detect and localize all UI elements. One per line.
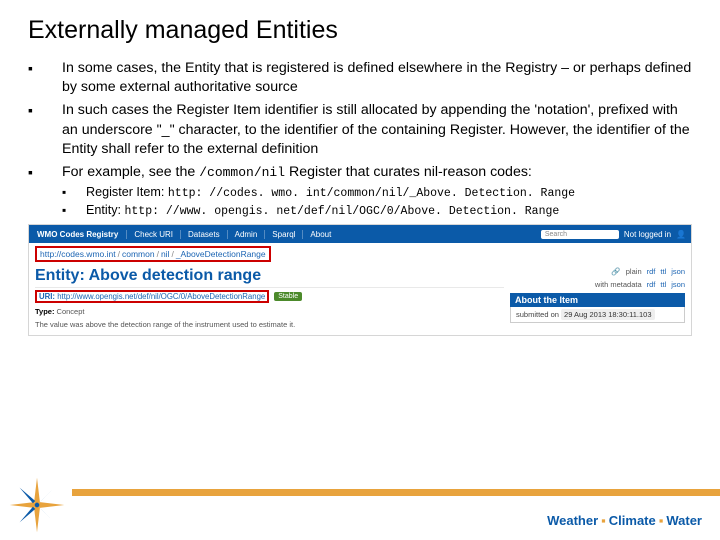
fmt-ttl[interactable]: ttl <box>660 267 666 276</box>
nav-about[interactable]: About <box>302 230 338 239</box>
registry-screenshot: WMO Codes Registry Check URI Datasets Ad… <box>28 224 692 336</box>
crumb-3[interactable]: _AboveDetectionRange <box>176 249 266 259</box>
breadcrumb-highlight: http://codes.wmo.int/common/nil/_AboveDe… <box>35 246 271 262</box>
submitted-value: 29 Aug 2013 18:30:11.103 <box>561 309 654 320</box>
login-status[interactable]: Not logged in <box>624 230 671 239</box>
fmt-json[interactable]: json <box>671 267 685 276</box>
search-input[interactable]: Search <box>541 230 619 239</box>
about-item-header: About the Item <box>510 293 685 307</box>
fmt-rdf[interactable]: rdf <box>647 267 656 276</box>
sub-1: Register Item: http: //codes. wmo. int/c… <box>62 184 692 202</box>
nav-sparql[interactable]: Sparql <box>264 230 302 239</box>
sub-2: Entity: http: //www. opengis. net/def/ni… <box>62 202 692 220</box>
navbar-brand: WMO Codes Registry <box>29 230 126 239</box>
footer-water: Water <box>666 513 702 528</box>
crumb-2[interactable]: nil <box>161 249 170 259</box>
navbar-links: Check URI Datasets Admin Sparql About <box>126 230 338 239</box>
bullet-2: In such cases the Register Item identifi… <box>28 101 692 159</box>
fmt-ttl-2[interactable]: ttl <box>660 280 666 289</box>
crumb-root[interactable]: http://codes.wmo.int <box>40 249 116 259</box>
submitted-label: submitted on <box>516 310 559 319</box>
footer-weather: Weather <box>547 513 598 528</box>
bullet-3-code: /common/nil <box>199 165 285 180</box>
slide-footer: Weather▪Climate▪Water <box>0 482 720 540</box>
entity-type: Type: Concept <box>35 307 504 316</box>
fmt-rdf-2[interactable]: rdf <box>647 280 656 289</box>
share-icon[interactable]: 🔗 <box>611 267 620 276</box>
user-icon: 👤 <box>676 230 686 239</box>
sub-bullets: Register Item: http: //codes. wmo. int/c… <box>62 184 692 220</box>
navbar: WMO Codes Registry Check URI Datasets Ad… <box>29 225 691 243</box>
sub-1-label: Register Item: <box>86 185 168 199</box>
breadcrumb: http://codes.wmo.int/common/nil/_AboveDe… <box>29 243 691 265</box>
entity-title: Entity: Above detection range <box>35 267 504 288</box>
fmt-plain-label: plain <box>626 267 642 276</box>
entity-description: The value was above the detection range … <box>35 320 504 329</box>
about-item-body: submitted on 29 Aug 2013 18:30:11.103 <box>510 307 685 323</box>
format-row-2: with metadata rdf ttl json <box>510 280 685 289</box>
entity-uri-highlight: URI: http://www.opengis.net/def/nil/OGC/… <box>35 290 269 303</box>
uri-label: URI: <box>39 292 55 301</box>
bullet-3-text-a: For example, see the <box>62 164 199 180</box>
sub-1-code: http: //codes. wmo. int/common/nil/_Abov… <box>168 187 575 200</box>
footer-climate: Climate <box>609 513 656 528</box>
sub-2-code: http: //www. opengis. net/def/nil/OGC/0/… <box>125 205 560 218</box>
nav-admin[interactable]: Admin <box>227 230 265 239</box>
crumb-1[interactable]: common <box>122 249 155 259</box>
page-title: Externally managed Entities <box>28 16 692 45</box>
fmt-json-2[interactable]: json <box>671 280 685 289</box>
gold-divider <box>72 489 720 496</box>
bullet-1: In some cases, the Entity that is regist… <box>28 59 692 97</box>
entity-uri[interactable]: http://www.opengis.net/def/nil/OGC/0/Abo… <box>57 292 265 301</box>
format-row-1: 🔗 plain rdf ttl json <box>510 267 685 276</box>
bullet-list: In some cases, the Entity that is regist… <box>28 59 692 220</box>
sub-2-label: Entity: <box>86 203 125 217</box>
nav-checkuri[interactable]: Check URI <box>126 230 180 239</box>
bullet-3: For example, see the /common/nil Registe… <box>28 163 692 220</box>
nav-datasets[interactable]: Datasets <box>180 230 227 239</box>
footer-tagline: Weather▪Climate▪Water <box>547 513 702 528</box>
compass-icon <box>8 476 66 534</box>
fmt-with-label: with metadata <box>595 280 642 289</box>
status-badge: Stable <box>274 292 302 301</box>
bullet-3-text-b: Register that curates nil-reason codes: <box>285 164 532 180</box>
